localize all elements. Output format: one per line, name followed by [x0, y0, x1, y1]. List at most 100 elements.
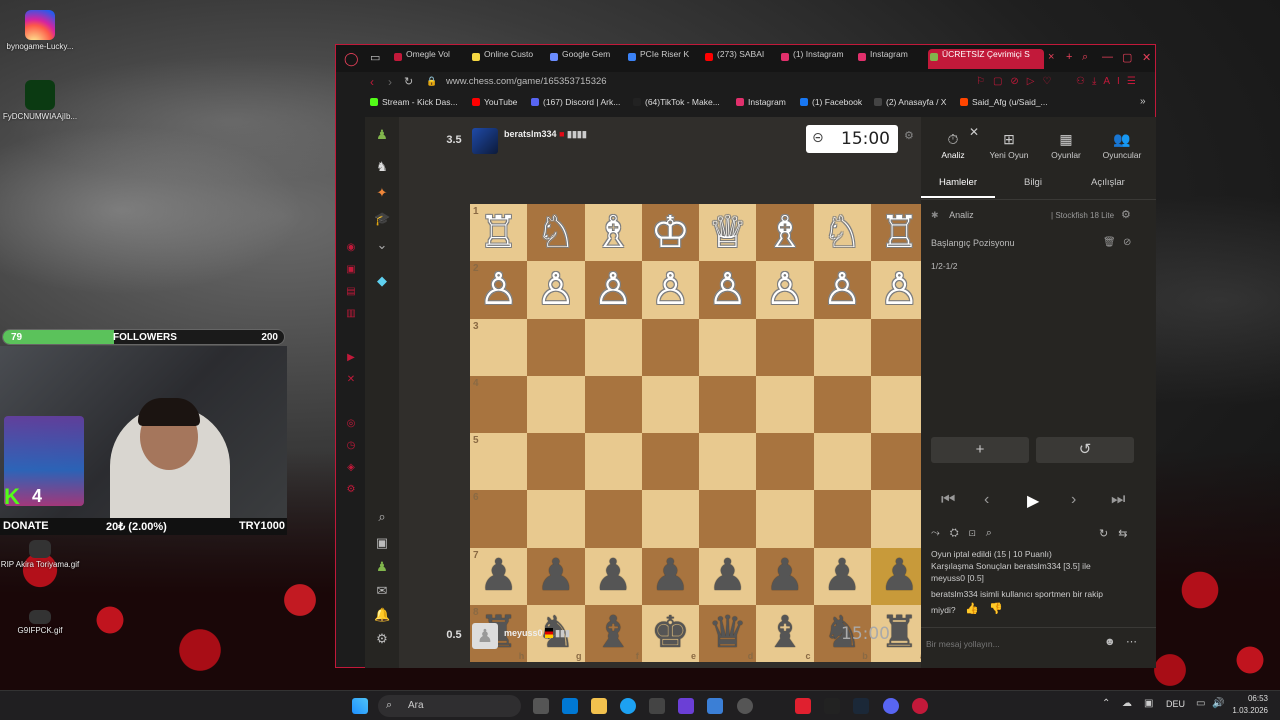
chess-piece[interactable]: ♕	[708, 210, 747, 255]
close-analysis-icon[interactable]: ✕	[969, 125, 979, 139]
settings-gear-icon[interactable]: ⚙	[374, 631, 390, 647]
chess-piece[interactable]: ♘	[536, 210, 575, 255]
bottom-player-name[interactable]: meyuss0 ▮▮▮	[504, 628, 570, 639]
board-square[interactable]	[870, 375, 928, 433]
board-square[interactable]	[699, 433, 757, 491]
chess-piece[interactable]: ♟	[536, 554, 575, 598]
keyboard-language[interactable]: DEU	[1166, 699, 1185, 709]
chess-piece[interactable]: ♙	[536, 267, 575, 312]
taskbar-search[interactable]: ⌕ Ara	[378, 695, 521, 717]
board-square[interactable]	[641, 490, 699, 548]
board-square[interactable]	[813, 433, 871, 491]
board-square[interactable]	[527, 375, 585, 433]
chess-piece[interactable]: ♙	[479, 267, 518, 312]
board-square[interactable]	[584, 375, 642, 433]
chess-piece[interactable]: ♗	[765, 210, 804, 255]
chess-piece[interactable]: ♟	[822, 554, 861, 598]
store-icon[interactable]	[649, 698, 665, 714]
board-square[interactable]	[699, 375, 757, 433]
board-square[interactable]: e ♚	[641, 604, 699, 662]
subtab-moves[interactable]: Hamleler	[939, 177, 977, 188]
board-square[interactable]: ♘	[527, 204, 585, 262]
monitor-icon[interactable]: ▭	[1196, 698, 1205, 709]
opera-logo-icon[interactable]: ◯	[344, 51, 359, 67]
app-icon[interactable]	[795, 698, 811, 714]
chess-piece[interactable]: ♙	[593, 267, 632, 312]
subtab-openings[interactable]: Açılışlar	[1091, 177, 1125, 188]
board-square[interactable]: ♘	[813, 204, 871, 262]
game-tools-icons[interactable]: ⤳⛭⊡⌕	[931, 527, 1002, 540]
chess-piece[interactable]: ♝	[765, 611, 804, 655]
board-square[interactable]	[584, 490, 642, 548]
first-move-icon[interactable]: ⏮	[941, 491, 955, 509]
bookmark-youtube[interactable]: YouTube	[472, 97, 517, 107]
learn-icon[interactable]: 🎓	[374, 211, 390, 227]
task-view-icon[interactable]	[533, 698, 549, 714]
board-square[interactable]: d ♛	[699, 604, 757, 662]
board-square[interactable]	[756, 490, 814, 548]
more-options-icon[interactable]: ⋯	[1126, 635, 1137, 648]
panel-tab-games[interactable]: ▦ Oyunlar	[1037, 131, 1095, 160]
board-square[interactable]	[870, 490, 928, 548]
last-move-icon[interactable]: ⏭	[1111, 491, 1125, 509]
tab-instagram-1[interactable]: (1) Instagram	[779, 49, 853, 69]
board-square[interactable]: ♗	[756, 204, 814, 262]
chess-piece[interactable]: ♙	[651, 267, 690, 312]
chess-piece[interactable]: ♙	[822, 267, 861, 312]
board-square[interactable]: 5	[470, 433, 528, 491]
messages-icon[interactable]: ✉	[374, 583, 390, 599]
analysis-toggle[interactable]: ✱ Analiz	[931, 210, 974, 221]
avatar[interactable]: ♟	[472, 623, 498, 649]
chess-piece[interactable]: ♝	[593, 611, 632, 655]
volume-icon[interactable]: 🔊	[1212, 698, 1224, 709]
board-square[interactable]	[641, 318, 699, 376]
board-square[interactable]: 3	[470, 318, 528, 376]
panel-tab-new-game[interactable]: ⊞ Yeni Oyun	[980, 131, 1038, 160]
toolbar-extensions[interactable]: ⚇⤓AI☰	[1076, 76, 1143, 87]
board-square[interactable]: ♟	[527, 547, 585, 605]
edge-icon[interactable]	[620, 698, 636, 714]
tab-close-icon[interactable]: ×	[1048, 51, 1054, 63]
board-settings-gear-icon[interactable]: ⚙	[904, 129, 914, 142]
tray-cloud-icon[interactable]: ☁	[1122, 698, 1132, 709]
board-square[interactable]: ♕	[699, 204, 757, 262]
bookmark-discord[interactable]: (167) Discord | Ark...	[531, 97, 620, 107]
opera-sidebar-icons[interactable]: ◉ ▣ ▤ ▥ ▶ ✕ ◎ ◷ ◈ ⚙	[344, 237, 358, 501]
board-square[interactable]	[527, 318, 585, 376]
emoji-icon[interactable]: ☻	[1104, 636, 1116, 648]
avatar[interactable]	[472, 128, 498, 154]
tab-instagram-2[interactable]: Instagram	[856, 49, 922, 69]
reload-icon[interactable]: ↻	[404, 75, 413, 88]
tab-online-custom[interactable]: Online Custo	[470, 49, 534, 69]
chess-piece[interactable]: ♚	[651, 611, 690, 655]
address-bar-actions[interactable]: ⚐▢⊘▷♡	[976, 76, 1059, 87]
tab-pcie-riser[interactable]: PCIe Riser K	[626, 49, 690, 69]
board-square[interactable]	[641, 433, 699, 491]
board-square[interactable]: ♙	[584, 261, 642, 319]
bookmark-instagram[interactable]: Instagram	[736, 97, 786, 107]
bookmark-x[interactable]: (2) Anasayfa / X	[874, 97, 946, 107]
board-square[interactable]: ♟	[584, 547, 642, 605]
bookmark-tiktok[interactable]: (64)TikTok - Make...	[633, 97, 720, 107]
app-icon[interactable]	[737, 698, 753, 714]
board-square[interactable]	[699, 318, 757, 376]
trash-icon[interactable]: 🗑	[1103, 237, 1116, 248]
chess-piece[interactable]: ♙	[765, 267, 804, 312]
bookmark-reddit[interactable]: Said_Afg (u/Said_...	[960, 97, 1048, 107]
play-icon[interactable]: ♞	[374, 159, 390, 175]
board-square[interactable]	[813, 490, 871, 548]
chess-piece[interactable]: ♟	[479, 554, 518, 598]
board-square[interactable]: ♗	[584, 204, 642, 262]
notifications-icon[interactable]: 🔔	[374, 607, 390, 623]
subtab-info[interactable]: Bilgi	[1024, 177, 1042, 188]
board-square[interactable]	[641, 375, 699, 433]
chess-piece[interactable]: ♟	[708, 554, 747, 598]
board-square[interactable]: ♙	[641, 261, 699, 319]
back-icon[interactable]: ‹	[370, 75, 374, 89]
board-square[interactable]: 7 ♟	[470, 547, 528, 605]
discord-icon[interactable]	[883, 698, 899, 714]
chess-piece[interactable]: ♟	[880, 554, 919, 598]
board-square[interactable]	[756, 375, 814, 433]
panel-tab-players[interactable]: 👥 Oyuncular	[1093, 131, 1151, 160]
tab-menu-icon[interactable]: ▭	[370, 51, 380, 64]
